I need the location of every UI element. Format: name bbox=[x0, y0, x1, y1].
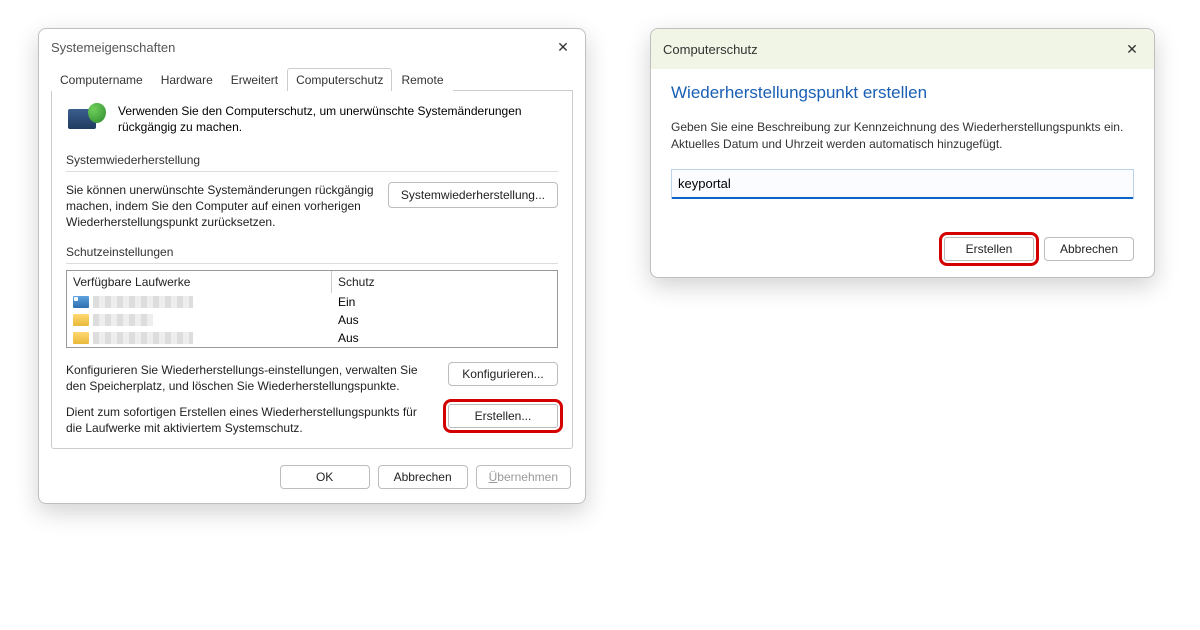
table-row[interactable]: Aus bbox=[67, 329, 557, 347]
tab-remote[interactable]: Remote bbox=[392, 68, 452, 91]
protection-value: Ein bbox=[338, 295, 551, 309]
drives-table: Verfügbare Laufwerke Schutz Ein Aus Aus bbox=[66, 270, 558, 348]
dialog1-titlebar: Systemeigenschaften ✕ bbox=[39, 29, 585, 61]
protection-value: Aus bbox=[338, 313, 551, 327]
close-icon[interactable]: ✕ bbox=[1122, 39, 1142, 59]
system-properties-dialog: Systemeigenschaften ✕ Computername Hardw… bbox=[38, 28, 586, 504]
create-restore-point-button[interactable]: Erstellen... bbox=[448, 404, 558, 428]
cancel-button[interactable]: Abbrechen bbox=[1044, 237, 1134, 261]
protection-value: Aus bbox=[338, 331, 551, 345]
tab-computername[interactable]: Computername bbox=[51, 68, 152, 91]
create-button[interactable]: Erstellen bbox=[944, 237, 1034, 261]
tab-strip: Computername Hardware Erweitert Computer… bbox=[51, 67, 573, 91]
create-description: Dient zum sofortigen Erstellen eines Wie… bbox=[66, 404, 438, 436]
restore-point-name-input[interactable] bbox=[672, 170, 1133, 199]
system-restore-button[interactable]: Systemwiederherstellung... bbox=[388, 182, 558, 208]
shield-monitor-icon bbox=[66, 103, 106, 139]
drive-folder-icon bbox=[73, 314, 89, 326]
drive-name-redacted bbox=[93, 332, 193, 344]
dialog2-description: Geben Sie eine Beschreibung zur Kennzeic… bbox=[671, 119, 1134, 153]
tab-erweitert[interactable]: Erweitert bbox=[222, 68, 287, 91]
tab-body: Verwenden Sie den Computerschutz, um une… bbox=[51, 91, 573, 449]
drive-system-icon bbox=[73, 296, 89, 308]
create-restore-point-dialog: Computerschutz ✕ Wiederherstellungspunkt… bbox=[650, 28, 1155, 278]
protection-section-label: Schutzeinstellungen bbox=[66, 245, 558, 259]
drive-name-redacted bbox=[93, 296, 193, 308]
drives-table-header: Verfügbare Laufwerke Schutz bbox=[67, 271, 557, 293]
restore-description: Sie können unerwünschte Systemänderungen… bbox=[66, 182, 378, 231]
col-header-drives: Verfügbare Laufwerke bbox=[67, 271, 332, 293]
cancel-button[interactable]: Abbrechen bbox=[378, 465, 468, 489]
table-row[interactable]: Aus bbox=[67, 311, 557, 329]
configure-button[interactable]: Konfigurieren... bbox=[448, 362, 558, 386]
dialog1-title: Systemeigenschaften bbox=[51, 40, 175, 55]
dialog2-titlebar: Computerschutz ✕ bbox=[651, 29, 1154, 69]
dialog2-heading: Wiederherstellungspunkt erstellen bbox=[671, 83, 1134, 103]
restore-section-label: Systemwiederherstellung bbox=[66, 153, 558, 167]
table-row[interactable]: Ein bbox=[67, 293, 557, 311]
dialog2-title: Computerschutz bbox=[663, 42, 758, 57]
tab-computerschutz[interactable]: Computerschutz bbox=[287, 68, 392, 91]
configure-description: Konfigurieren Sie Wiederherstellungs-ein… bbox=[66, 362, 438, 394]
tab-hardware[interactable]: Hardware bbox=[152, 68, 222, 91]
apply-button: Übernehmen bbox=[476, 465, 571, 489]
ok-button[interactable]: OK bbox=[280, 465, 370, 489]
close-icon[interactable]: ✕ bbox=[553, 37, 573, 57]
drive-folder-icon bbox=[73, 332, 89, 344]
drive-name-redacted bbox=[93, 314, 153, 326]
col-header-protection: Schutz bbox=[332, 271, 557, 293]
intro-text: Verwenden Sie den Computerschutz, um une… bbox=[118, 103, 558, 135]
dialog1-footer: OK Abbrechen Übernehmen bbox=[39, 457, 585, 503]
description-input-wrap bbox=[671, 169, 1134, 199]
